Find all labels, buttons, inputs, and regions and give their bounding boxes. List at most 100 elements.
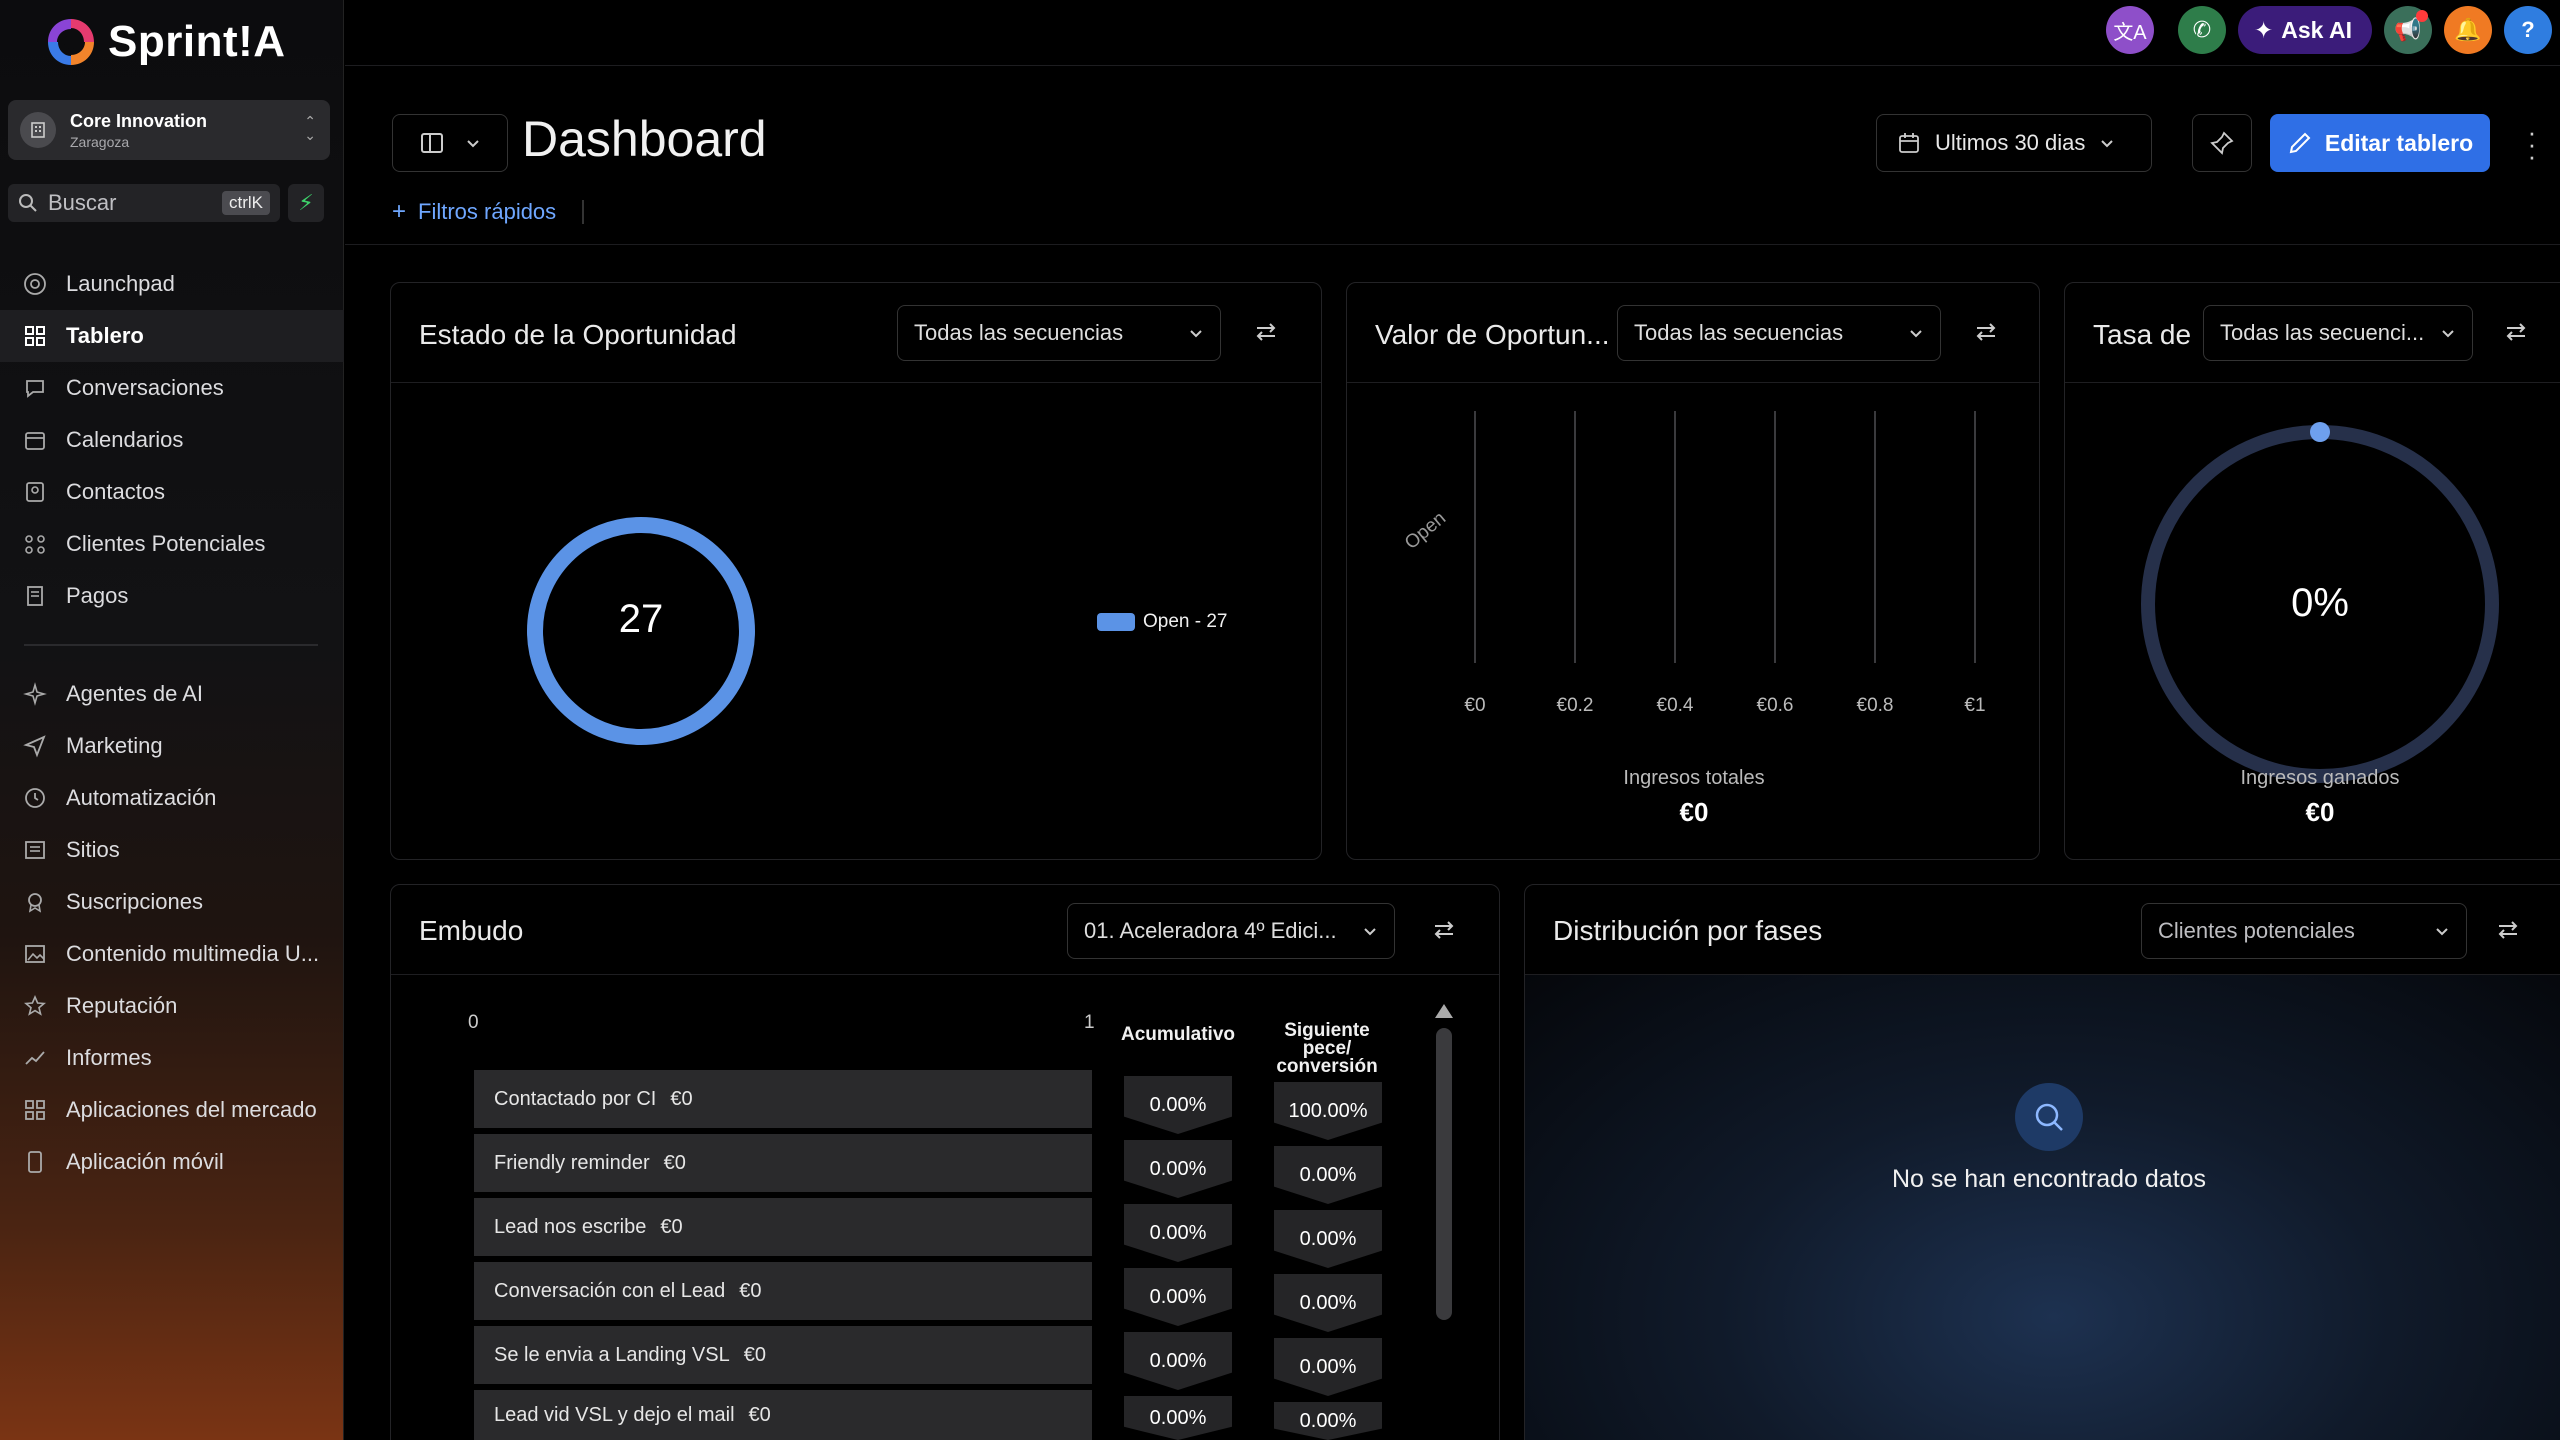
x-tick-label: €0.4	[1657, 695, 1694, 716]
ask-ai-button[interactable]: ✦ Ask AI	[2237, 6, 2372, 54]
card-title: Estado de la Oportunidad	[419, 319, 737, 350]
funnel-row[interactable]: Se le envia a Landing VSL €0	[474, 1326, 1092, 1384]
notifications-button[interactable]: 🔔	[2444, 6, 2492, 54]
translate-button[interactable]: 文A	[2105, 6, 2154, 54]
sidebar-item-calendarios[interactable]: Calendarios	[0, 414, 344, 466]
nav-secondary: Agentes de AI Marketing Automatización S…	[0, 668, 344, 1188]
card-title: Valor de Oportun...	[1375, 319, 1610, 350]
sidebar-item-conversaciones[interactable]: Conversaciones	[0, 362, 344, 414]
phone-button[interactable]: ✆	[2177, 6, 2226, 54]
announcements-button[interactable]: 📢	[2384, 6, 2432, 54]
x-tick-label: €1	[1964, 695, 1985, 716]
star-icon	[22, 993, 48, 1019]
search-input[interactable]	[48, 190, 218, 216]
funnel-stage-name: Lead vid VSL y dejo el mail	[494, 1403, 735, 1426]
dropdown-value: Todas las secuenci...	[2220, 320, 2425, 345]
nav-divider	[24, 644, 318, 646]
funnel-row[interactable]: Conversación con el Lead €0	[474, 1262, 1092, 1320]
chevron-down-icon	[1190, 330, 1202, 338]
brand-name: Sprint!A	[108, 17, 286, 66]
x-tick-label: €0.6	[1757, 695, 1794, 716]
chevron-down-icon	[2442, 330, 2454, 338]
card-settings-button[interactable]	[2493, 915, 2523, 945]
automation-icon	[22, 785, 48, 811]
sidebar-item-label: Clientes Potenciales	[66, 531, 266, 556]
view-switcher-button[interactable]	[392, 114, 508, 172]
sidebar-item-aplicaciones-mercado[interactable]: Aplicaciones del mercado	[0, 1084, 344, 1136]
funnel-row[interactable]: Friendly reminder €0	[474, 1134, 1092, 1192]
more-options-button[interactable]: · · ·	[2522, 119, 2542, 169]
ask-ai-label: Ask AI	[2281, 16, 2352, 43]
sidebar-item-label: Pagos	[66, 583, 129, 608]
edit-dashboard-button[interactable]: Editar tablero	[2270, 114, 2490, 172]
account-switcher[interactable]: Core Innovation Zaragoza ⌃ ⌄	[8, 100, 330, 160]
quick-action-button[interactable]: ⚡	[288, 184, 324, 222]
x-tick-label: €0.8	[1857, 695, 1894, 716]
top-bar: 文A ✆ ✦ Ask AI 📢 🔔 ?	[345, 0, 2560, 66]
kebab-icon: · · ·	[2527, 117, 2537, 171]
sparkle-icon: ✦	[2253, 16, 2274, 43]
quick-filters-button[interactable]: + Filtros rápidos	[392, 198, 585, 226]
sequence-filter-dropdown[interactable]: Todas las secuencias	[1617, 305, 1941, 361]
sidebar-item-automatizacion[interactable]: Automatización	[0, 772, 344, 824]
sparkle-icon	[22, 681, 48, 707]
funnel-stage-name: Se le envia a Landing VSL	[494, 1343, 730, 1366]
card-settings-button[interactable]	[1251, 317, 1281, 347]
empty-state: No se han encontrado datos	[1525, 975, 2560, 1440]
sidebar-item-agentes-ai[interactable]: Agentes de AI	[0, 668, 344, 720]
sites-icon	[22, 837, 48, 863]
sidebar-item-contenido-multimedia[interactable]: Contenido multimedia U...	[0, 928, 344, 980]
sidebar-item-label: Tablero	[66, 323, 144, 348]
payments-icon	[22, 583, 48, 609]
search-icon	[2015, 1083, 2083, 1151]
sidebar-item-contactos[interactable]: Contactos	[0, 466, 344, 518]
sidebar-item-marketing[interactable]: Marketing	[0, 720, 344, 772]
pin-button[interactable]	[2192, 114, 2252, 172]
pencil-icon	[2289, 132, 2311, 154]
sidebar-item-reputacion[interactable]: Reputación	[0, 980, 344, 1032]
legend-swatch	[1097, 613, 1135, 631]
sequence-filter-dropdown[interactable]: Todas las secuenci...	[2203, 305, 2473, 361]
sidebar-item-aplicacion-movil[interactable]: Aplicación móvil	[0, 1136, 344, 1188]
dropdown-value: 01. Aceleradora 4º Edici...	[1084, 918, 1337, 943]
brand-logo[interactable]: Sprint!A	[44, 14, 286, 70]
page-title: Dashboard	[522, 111, 767, 167]
card-settings-button[interactable]	[1429, 915, 1459, 945]
search-box[interactable]: ctrlK	[8, 184, 280, 222]
phone-icon: ✆	[2192, 17, 2212, 42]
metric-value: €0	[2305, 797, 2335, 827]
calendar-icon	[22, 427, 48, 453]
card-title: Distribución por fases	[1553, 915, 1823, 946]
chevron-down-icon	[467, 140, 479, 148]
sidebar-item-pagos[interactable]: Pagos	[0, 570, 344, 622]
sidebar-search: ctrlK ⚡	[8, 184, 326, 222]
sidebar-item-suscripciones[interactable]: Suscripciones	[0, 876, 344, 928]
funnel-row[interactable]: Lead vid VSL y dejo el mail €0	[474, 1390, 1092, 1440]
funnel-row[interactable]: Contactado por CI €0	[474, 1070, 1092, 1128]
funnel-stage-value: €0	[670, 1087, 693, 1110]
card-settings-button[interactable]	[1971, 317, 2001, 347]
col-acumulativo: Acumulativo	[1120, 1024, 1236, 1045]
divider	[582, 200, 585, 224]
card-title: Tasa de	[2093, 319, 2192, 350]
funnel-stage-value: €0	[660, 1215, 683, 1238]
scroll-up-arrow[interactable]	[1435, 1004, 1453, 1018]
arrows-swap-icon	[2498, 921, 2518, 939]
sidebar-item-informes[interactable]: Informes	[0, 1032, 344, 1084]
sidebar-item-sitios[interactable]: Sitios	[0, 824, 344, 876]
sidebar-item-label: Suscripciones	[66, 889, 203, 914]
stage-type-dropdown[interactable]: Clientes potenciales	[2141, 903, 2467, 959]
sidebar-item-clientes-potenciales[interactable]: Clientes Potenciales	[0, 518, 344, 570]
sidebar-item-label: Contactos	[66, 479, 166, 504]
date-range-dropdown[interactable]: Ultimos 30 dias	[1876, 114, 2152, 172]
pipeline-filter-dropdown[interactable]: 01. Aceleradora 4º Edici...	[1067, 903, 1395, 959]
funnel-stage-name: Contactado por CI	[494, 1087, 657, 1110]
sidebar-item-launchpad[interactable]: Launchpad	[0, 258, 344, 310]
sidebar-item-tablero[interactable]: Tablero	[0, 310, 344, 362]
y-category-label: Open	[1401, 508, 1450, 554]
scrollbar-thumb[interactable]	[1436, 1028, 1452, 1320]
sequence-filter-dropdown[interactable]: Todas las secuencias	[897, 305, 1221, 361]
funnel-row[interactable]: Lead nos escribe €0	[474, 1198, 1092, 1256]
help-button[interactable]: ?	[2504, 6, 2552, 54]
card-settings-button[interactable]	[2501, 317, 2531, 347]
